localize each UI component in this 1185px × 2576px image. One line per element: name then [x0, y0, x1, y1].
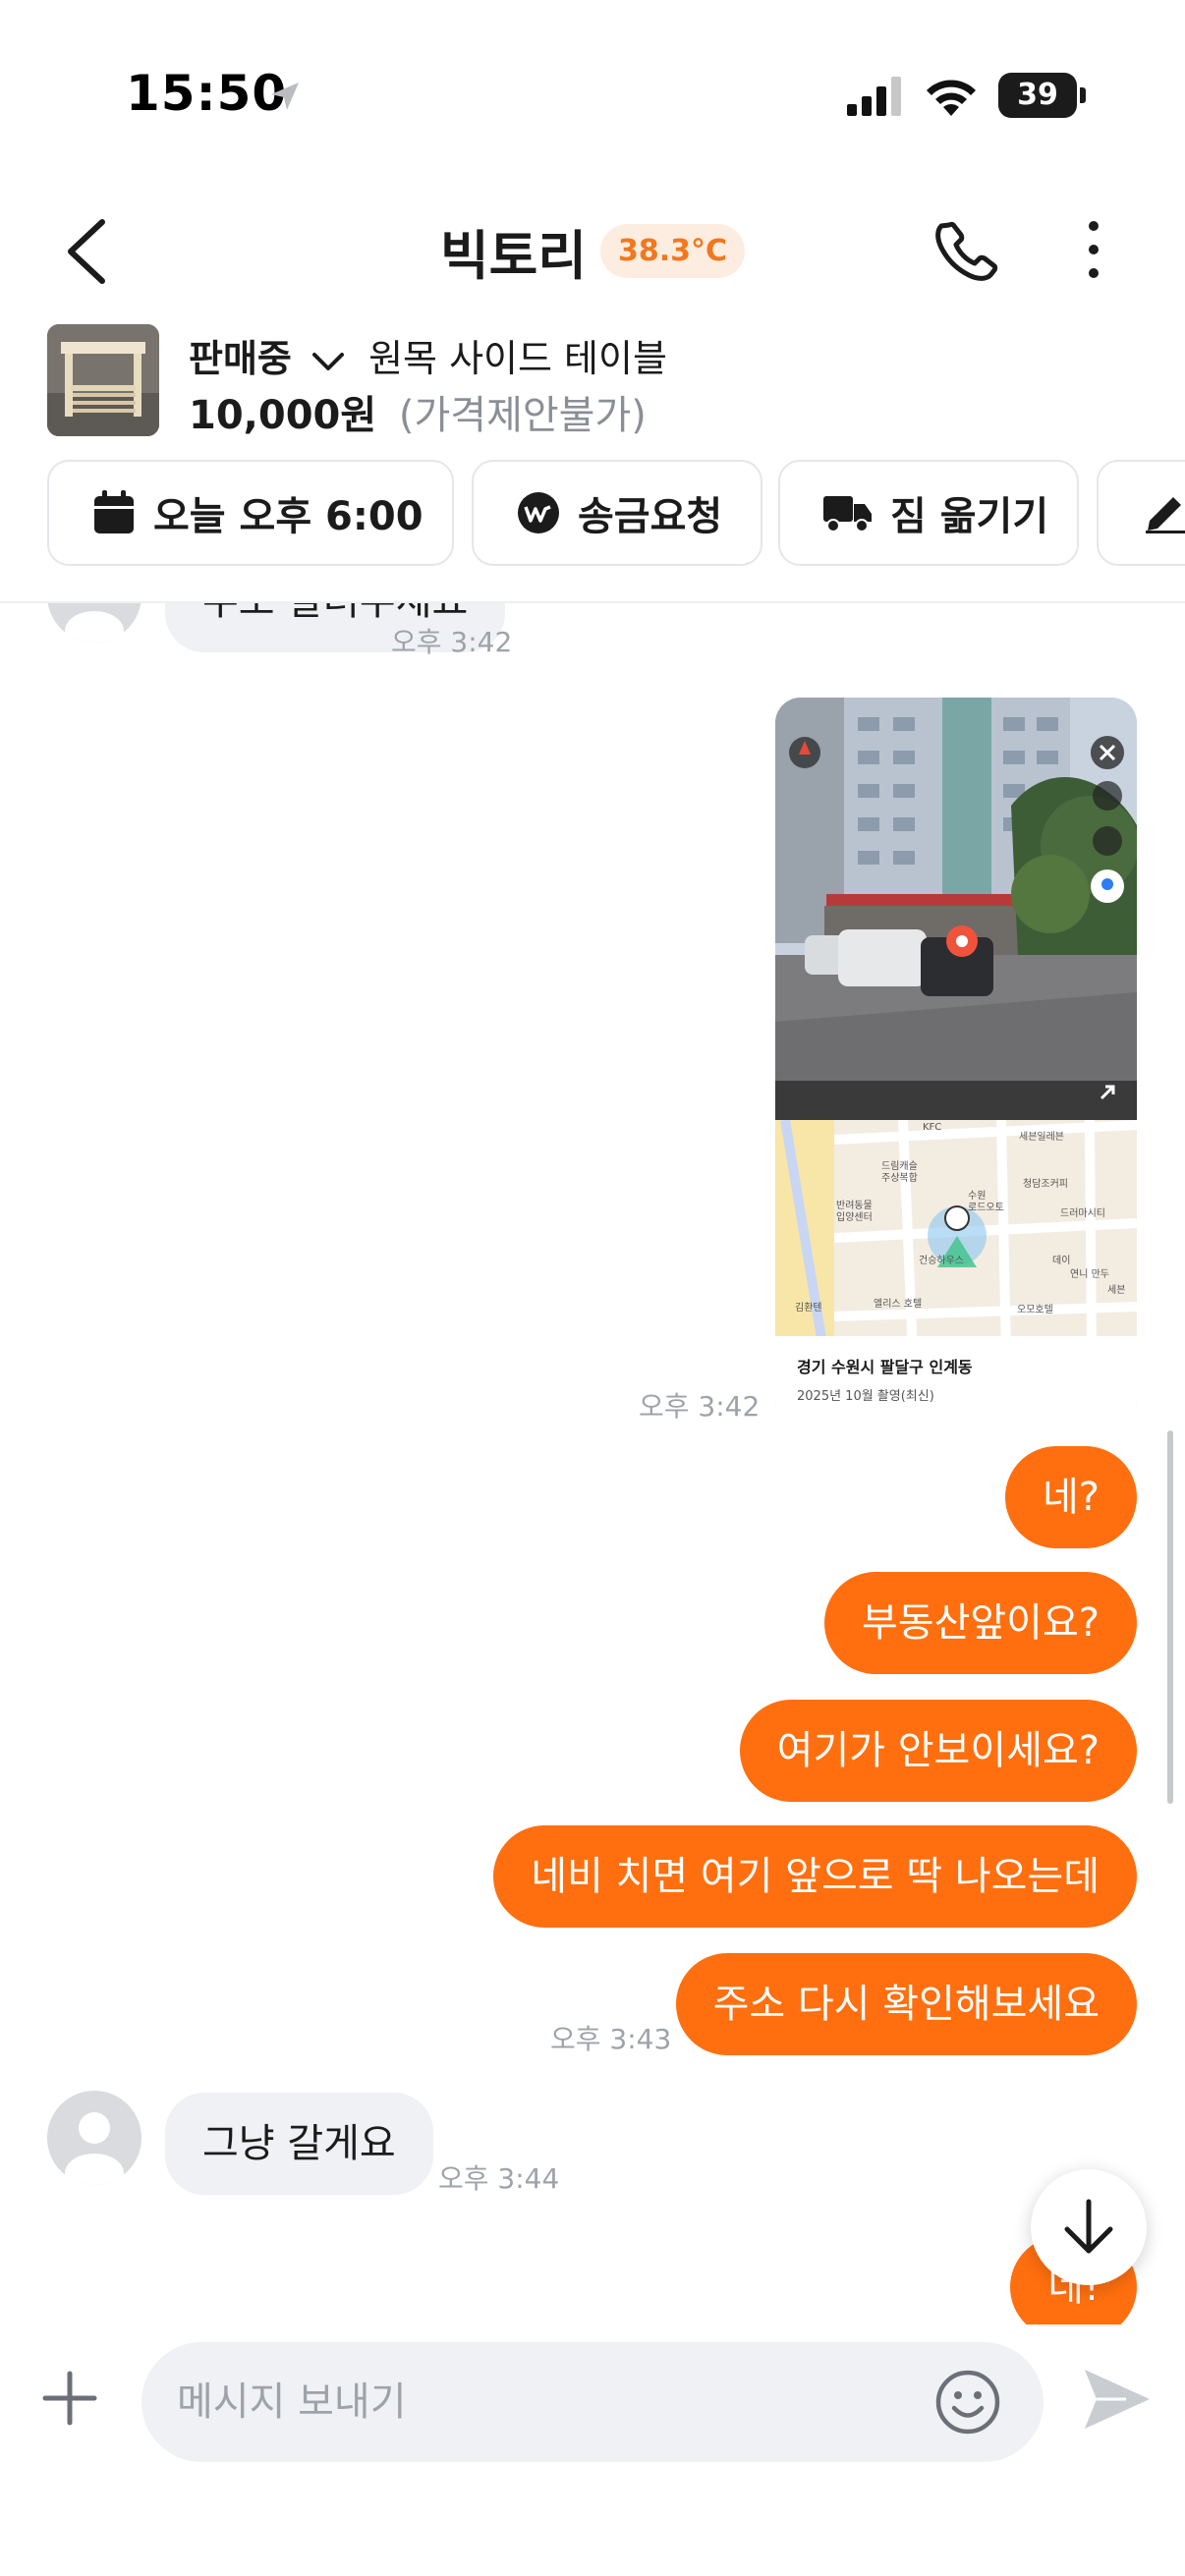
street-view-photo [775, 698, 1137, 1120]
location-arrow-icon [271, 83, 299, 110]
message-timestamp: 오후 3:44 [438, 2162, 560, 2195]
map-label: 반려동물 [836, 1200, 873, 1211]
status-bar: 15:50 39 [0, 0, 1185, 187]
map-label: 수원 [968, 1190, 986, 1202]
map-label: 연니 만두 [1070, 1268, 1109, 1280]
product-price: 10,000원 [189, 393, 377, 438]
map-label: 드림캐슬 [881, 1160, 918, 1172]
map-label: 건승하우스 [919, 1254, 964, 1266]
product-name: 원목 사이드 테이블 [368, 337, 667, 380]
chat-partner-name: 빅토리 [439, 224, 587, 287]
appointment-chip-label: 오늘 오후 6:00 [153, 494, 423, 539]
scroll-to-bottom-button[interactable] [1031, 2169, 1147, 2285]
message-timestamp: 오후 3:42 [391, 626, 513, 658]
outgoing-message-bubble[interactable]: 네? [1004, 1446, 1137, 1548]
chat-message-list[interactable]: 주소 알려주세요 오후 3:42 오후 3:42 [0, 603, 1185, 2324]
partner-avatar[interactable] [47, 603, 141, 643]
product-summary[interactable]: 판매중 원목 사이드 테이블 10,000원 (가격제안불가) [0, 320, 1185, 444]
map-label: 입양센터 [836, 1210, 873, 1223]
moving-service-chip-label: 짐 옮기기 [890, 494, 1049, 539]
payment-request-chip-label: 송금요청 [578, 494, 723, 539]
map-preview: KFC 세븐일레븐 드림캐슬 주상복합 청담조커피 반려동물 입양센터 수원 로… [775, 1120, 1137, 1356]
product-thumbnail[interactable] [47, 324, 159, 436]
pencil-icon [1146, 497, 1185, 533]
outgoing-message-bubble[interactable]: 부동산앞이요? [823, 1572, 1137, 1674]
street-view-image-message[interactable]: KFC 세븐일레븐 드림캐슬 주상복합 청담조커피 반려동물 입양센터 수원 로… [775, 698, 1137, 1425]
chat-scrollbar[interactable] [1167, 1430, 1173, 1804]
map-capture-date: 2025년 10월 촬영(최신) [797, 1389, 934, 1404]
more-options-icon[interactable] [1059, 200, 1128, 299]
pay-icon [518, 492, 559, 533]
appointment-chip[interactable]: 오늘 오후 6:00 [47, 460, 454, 566]
message-input[interactable]: 메시지 보내기 [141, 2342, 1044, 2462]
incoming-message-bubble[interactable]: 그냥 갈게요 [165, 2093, 433, 2195]
map-label: 로드오토 [968, 1203, 1004, 1213]
map-label: 엘리스 호텔 [874, 1297, 922, 1310]
message-timestamp: 오후 3:43 [550, 2023, 672, 2055]
chat-header: 빅토리 38.3°C [0, 187, 1185, 314]
map-label: 주상복합 [881, 1172, 918, 1184]
price-note: (가격제안불가) [398, 393, 647, 438]
product-price-row: 10,000원 (가격제안불가) [189, 383, 647, 440]
payment-request-chip[interactable]: 송금요청 [472, 460, 762, 566]
truck-icon [823, 496, 872, 532]
message-composer: 메시지 보내기 [0, 2324, 1185, 2576]
arrow-down-icon [1064, 2199, 1113, 2254]
battery-indicator: 39 [998, 73, 1086, 118]
outgoing-message-bubble[interactable]: 네비 치면 여기 앞으로 딱 나오는데 [493, 1825, 1137, 1928]
message-timestamp: 오후 3:42 [639, 1390, 761, 1423]
partner-avatar[interactable] [47, 2091, 141, 2185]
outgoing-message-bubble[interactable]: 주소 다시 확인해보세요 [675, 1953, 1137, 2055]
product-status-row: 판매중 원목 사이드 테이블 [189, 328, 667, 382]
map-caption: 경기 수원시 팔달구 인계동 2025년 10월 촬영(최신) [775, 1336, 1137, 1425]
moving-service-chip[interactable]: 짐 옮기기 [778, 460, 1079, 566]
title-group: 빅토리 38.3°C [0, 187, 1185, 314]
chevron-down-icon[interactable] [311, 351, 345, 372]
wifi-icon [927, 80, 976, 116]
review-chip[interactable] [1097, 460, 1185, 566]
map-label: 데이 [1052, 1255, 1070, 1266]
manner-temperature-badge: 38.3°C [600, 223, 746, 278]
status-time: 15:50 [126, 65, 288, 122]
phone-call-icon[interactable] [924, 200, 1002, 299]
map-label: 세븐일레븐 [1019, 1131, 1064, 1143]
map-label: 김환텐 [795, 1302, 822, 1314]
map-address: 경기 수원시 팔달구 인계동 [797, 1358, 973, 1376]
map-label: 청담조커피 [1023, 1178, 1068, 1190]
plus-icon[interactable] [35, 2364, 104, 2433]
sale-status-dropdown[interactable]: 판매중 [189, 337, 292, 380]
map-label: KFC [923, 1122, 941, 1133]
map-label: 오모호텔 [1017, 1304, 1053, 1316]
outgoing-message-bubble[interactable]: 여기가 안보이세요? [739, 1700, 1137, 1802]
message-input-placeholder: 메시지 보내기 [177, 2380, 407, 2425]
emoji-icon[interactable] [933, 2368, 1002, 2436]
calendar-icon [94, 490, 134, 533]
cellular-signal-icon [847, 77, 901, 116]
action-chip-row: 오늘 오후 6:00 송금요청 짐 옮기기 [0, 460, 1185, 568]
map-label: 드러마시티 [1060, 1207, 1105, 1219]
send-icon[interactable] [1077, 2360, 1156, 2438]
map-label: 세븐 [1107, 1284, 1125, 1296]
